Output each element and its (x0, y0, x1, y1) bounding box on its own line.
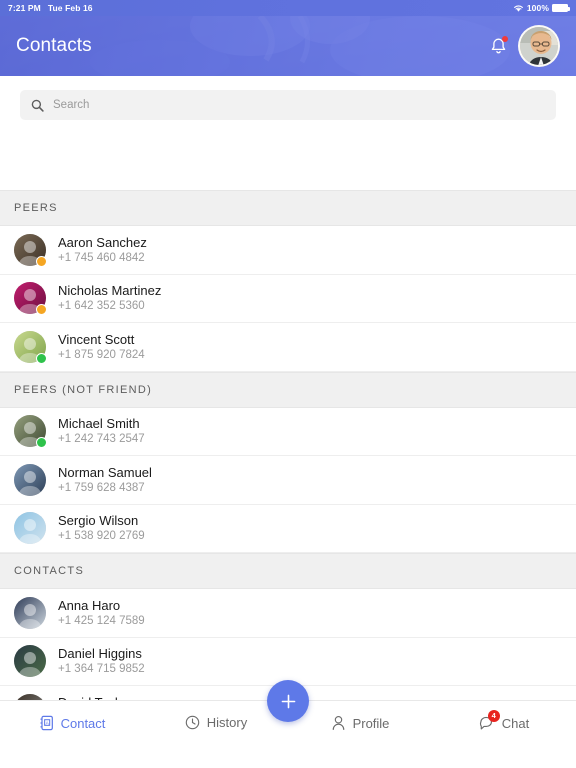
contact-text: Michael Smith +1 242 743 2547 (58, 416, 145, 446)
contact-avatar-image (14, 645, 46, 678)
search-section: Search (0, 76, 576, 134)
nav-tab-profile[interactable]: Profile (288, 701, 432, 731)
contact-phone: +1 364 715 9852 (58, 663, 145, 676)
contact-phone: +1 642 352 5360 (58, 300, 145, 313)
status-bar-time: 7:21 PM (8, 3, 41, 13)
address-book-icon: A (39, 715, 54, 731)
section-header: PEERS (0, 190, 576, 226)
add-contact-fab[interactable] (267, 680, 309, 722)
notification-bell-button[interactable] (488, 35, 508, 57)
nav-tab-chat[interactable]: 4 Chat (432, 701, 576, 731)
contact-name: Nicholas Martinez (58, 283, 162, 299)
avatar-circle (14, 645, 46, 678)
nav-tab-label: History (206, 715, 248, 730)
person-icon (331, 715, 346, 731)
avatar (14, 463, 46, 496)
avatar (14, 415, 47, 449)
status-badge (36, 352, 47, 364)
contact-row[interactable]: Norman Samuel +1 759 628 4387 (0, 456, 576, 505)
nav-tab-label: Contact (60, 715, 106, 731)
status-badge (36, 255, 47, 267)
nav-tab-label: Profile (352, 715, 390, 731)
contact-phone: +1 425 124 7589 (58, 614, 145, 627)
avatar-circle (14, 596, 46, 629)
contact-row[interactable]: Nicholas Martinez +1 642 352 5360 (0, 274, 576, 323)
contact-phone: +1 242 743 2547 (58, 433, 145, 446)
contact-text: Sergio Wilson +1 538 920 2769 (58, 513, 145, 543)
contact-text: Anna Haro +1 425 124 7589 (58, 598, 145, 628)
avatar (14, 233, 47, 267)
contact-phone: +1 759 628 4387 (58, 481, 145, 494)
nav-badge-count: 4 (487, 710, 500, 722)
contact-avatar-image (14, 596, 46, 629)
contact-avatar-image (14, 463, 46, 496)
nav-tab-history[interactable]: History (144, 701, 288, 730)
contact-row[interactable]: Daniel Higgins +1 364 715 9852 (0, 637, 576, 686)
avatar (14, 330, 47, 364)
nav-tab-label: Chat (501, 715, 530, 731)
avatar (14, 512, 46, 545)
nav-tab-contact[interactable]: A Contact (0, 701, 144, 731)
contact-text: Nicholas Martinez +1 642 352 5360 (58, 283, 161, 313)
contact-name: Aaron Sanchez (58, 234, 147, 250)
contact-name: Norman Samuel (58, 464, 152, 480)
avatar (14, 596, 46, 629)
battery-icon (552, 4, 570, 12)
contact-phone: +1 538 920 2769 (58, 530, 145, 543)
contact-text: Vincent Scott +1 875 920 7824 (58, 332, 145, 362)
avatar-circle (14, 463, 46, 496)
search-input[interactable]: Search (53, 99, 89, 111)
wifi-icon (513, 4, 523, 12)
contact-text: Norman Samuel +1 759 628 4387 (58, 465, 152, 495)
contact-text: Aaron Sanchez +1 745 460 4842 (58, 235, 147, 265)
section-header: CONTACTS (0, 553, 576, 589)
header-actions (488, 25, 560, 67)
chat-bubble-icon: 4 (479, 710, 500, 731)
contact-row[interactable]: Anna Haro +1 425 124 7589 (0, 589, 576, 638)
search-icon (31, 99, 44, 112)
contacts-app-screen: 7:21 PM Tue Feb 16 100% Contacts Search … (0, 0, 576, 768)
page-title: Contacts (16, 35, 92, 56)
status-badge (36, 437, 47, 449)
user-avatar-image (520, 27, 558, 65)
avatar (14, 645, 46, 678)
contact-avatar-image (14, 512, 46, 545)
contact-row[interactable]: Aaron Sanchez +1 745 460 4842 (0, 226, 576, 275)
contact-text: Daniel Higgins +1 364 715 9852 (58, 646, 145, 676)
search-bar[interactable]: Search (20, 90, 556, 120)
notification-dot (502, 36, 508, 42)
status-bar: 7:21 PM Tue Feb 16 100% (0, 0, 576, 16)
plus-icon (281, 694, 295, 708)
contact-name: Anna Haro (58, 597, 121, 613)
profile-avatar-button[interactable] (518, 25, 560, 67)
status-bar-left: 7:21 PM Tue Feb 16 (8, 3, 93, 13)
contact-name: Daniel Higgins (58, 646, 142, 662)
contact-name: Michael Smith (58, 416, 140, 432)
contact-name: Sergio Wilson (58, 513, 139, 529)
battery-percent-label: 100% (526, 3, 549, 13)
contact-name: Vincent Scott (58, 331, 135, 347)
avatar (14, 282, 47, 316)
section-header: PEERS (NOT FRIEND) (0, 371, 576, 408)
contact-row[interactable]: Michael Smith +1 242 743 2547 (0, 407, 576, 456)
status-badge (36, 304, 47, 316)
app-header: Contacts (0, 16, 576, 76)
avatar-circle (14, 512, 46, 545)
status-bar-date: Tue Feb 16 (47, 3, 93, 13)
svg-text:A: A (45, 720, 49, 725)
contact-row[interactable]: Sergio Wilson +1 538 920 2769 (0, 504, 576, 553)
contact-row[interactable]: Vincent Scott +1 875 920 7824 (0, 323, 576, 372)
clock-icon (185, 715, 200, 730)
contact-phone: +1 875 920 7824 (58, 348, 145, 361)
status-bar-right: 100% (513, 3, 570, 13)
contact-phone: +1 745 460 4842 (58, 251, 145, 264)
